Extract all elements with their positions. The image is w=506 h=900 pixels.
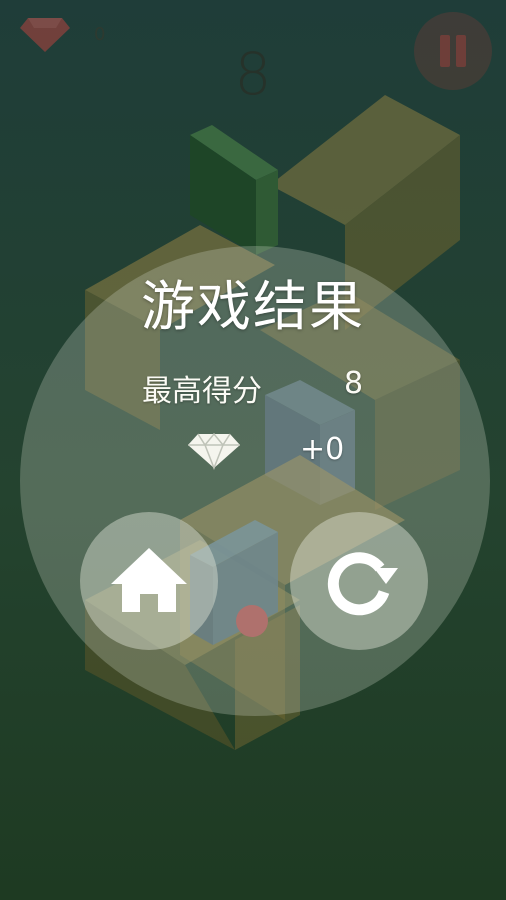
home-icon bbox=[111, 548, 187, 612]
pillar-side-face bbox=[256, 170, 278, 255]
gems-gained: +0 bbox=[300, 432, 345, 467]
home-button[interactable] bbox=[80, 512, 218, 650]
best-score-label: 最高得分 bbox=[142, 374, 262, 409]
restart-icon bbox=[327, 552, 398, 616]
result-title: 游戏结果 bbox=[141, 275, 365, 338]
pause-icon-bar bbox=[456, 35, 466, 67]
pause-button[interactable] bbox=[414, 12, 492, 90]
pause-icon bbox=[440, 35, 450, 67]
diamond-icon bbox=[188, 432, 240, 470]
best-score-value: 8 bbox=[344, 366, 364, 401]
restart-button[interactable] bbox=[290, 512, 428, 650]
